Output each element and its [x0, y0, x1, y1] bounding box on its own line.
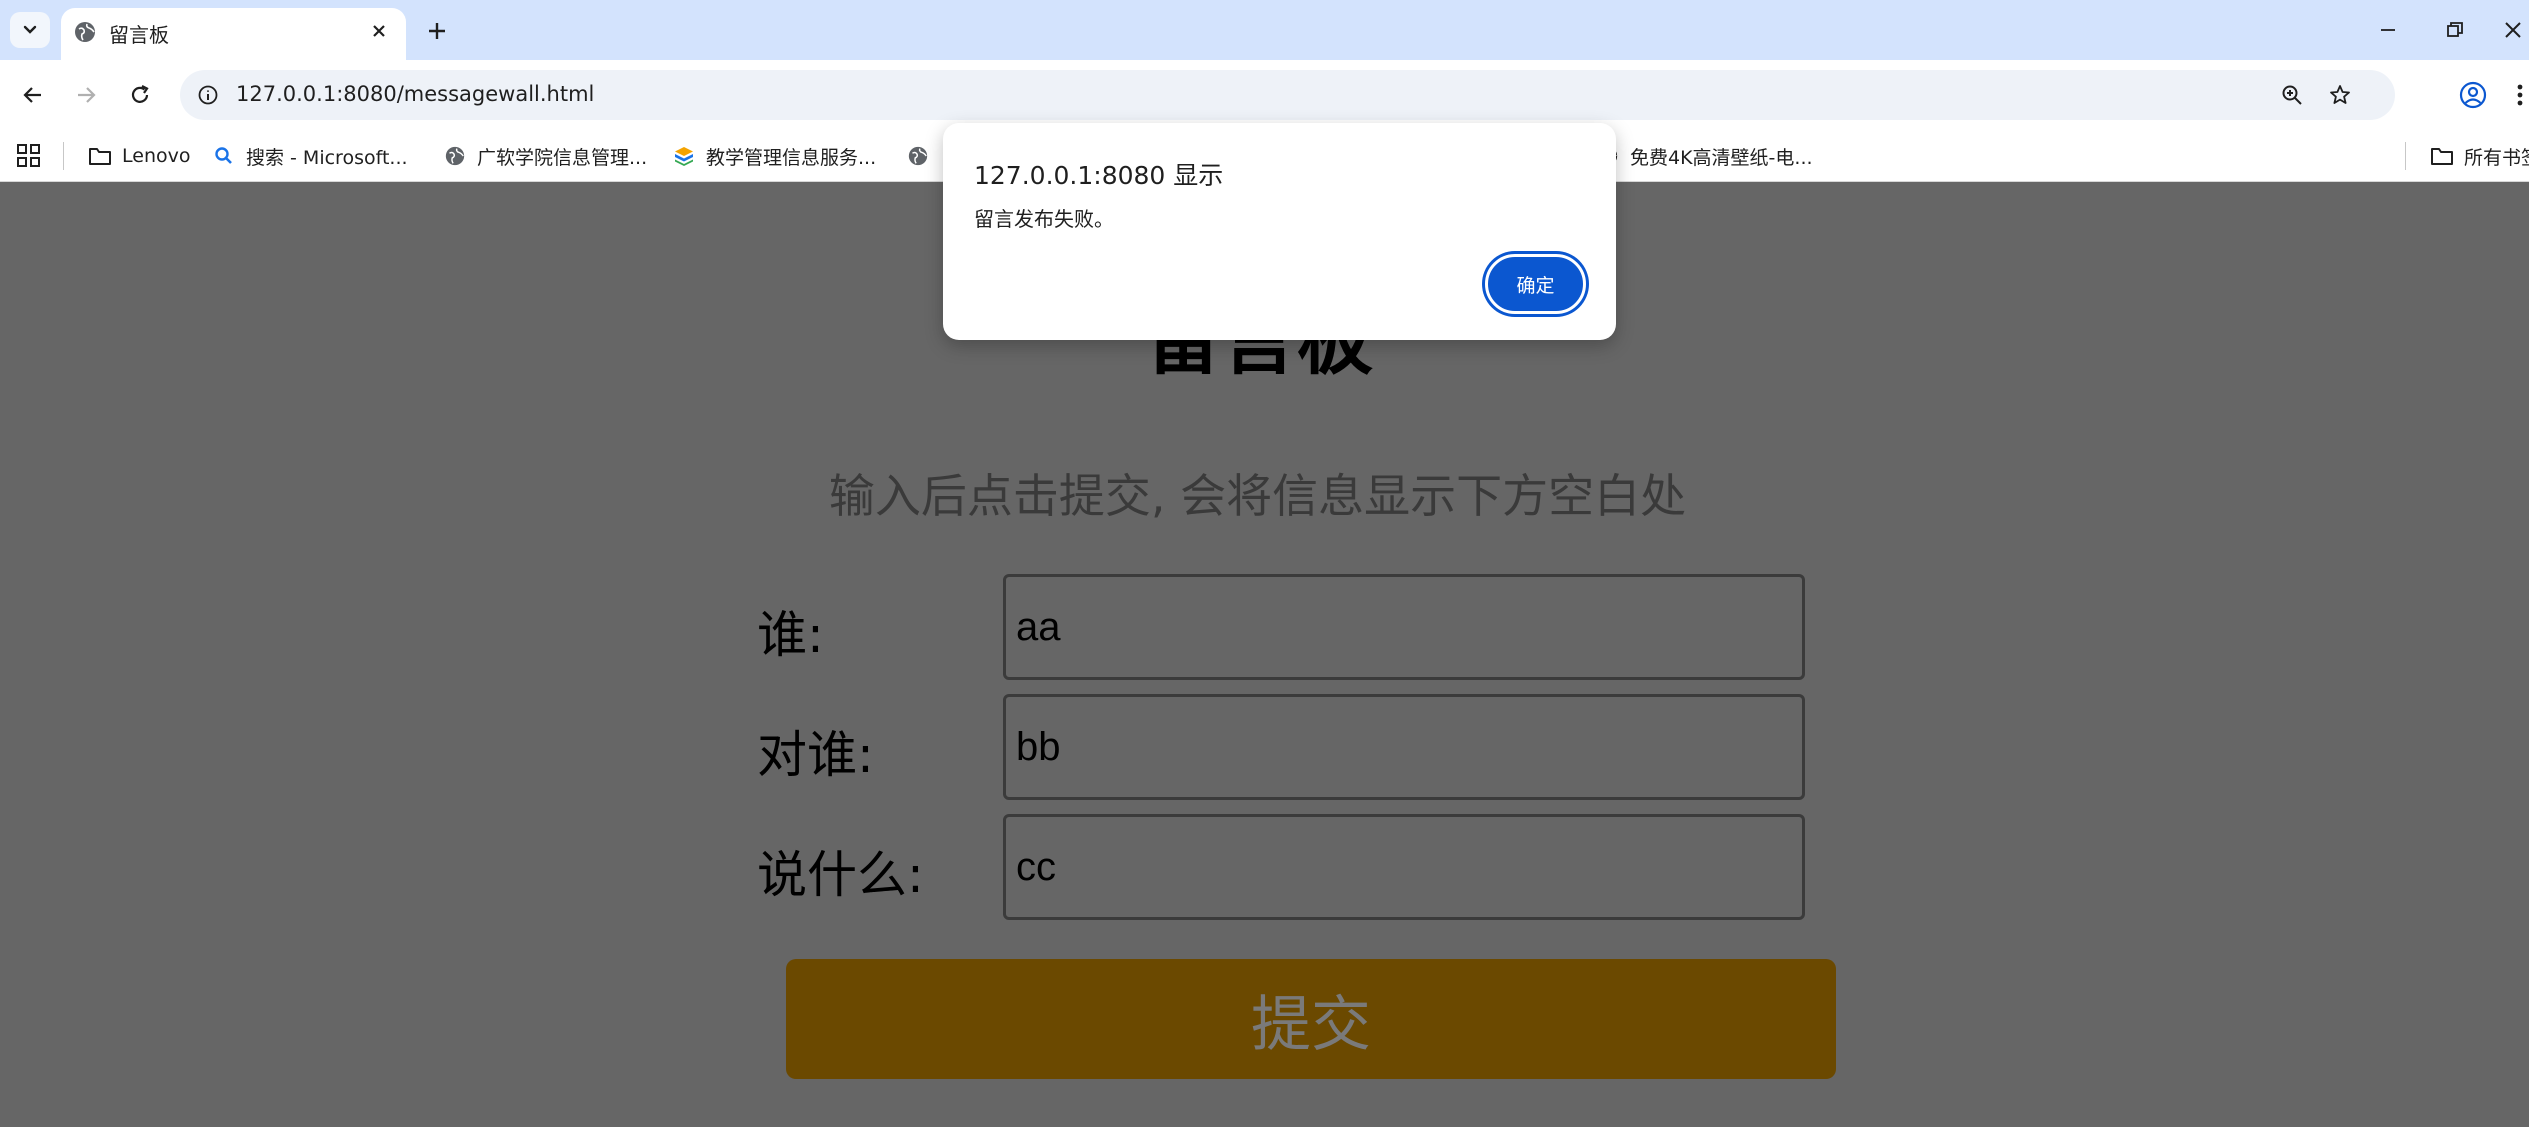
site-info-icon[interactable] — [194, 81, 222, 109]
bookmarks-divider — [2405, 142, 2406, 170]
globe-icon — [75, 22, 95, 42]
message-input-value: cc — [1016, 844, 1056, 889]
dialog-title: 127.0.0.1:8080 显示 — [974, 161, 1224, 190]
forward-button[interactable] — [65, 74, 107, 116]
restore-button[interactable] — [2430, 10, 2480, 50]
minimize-button[interactable] — [2363, 10, 2413, 50]
submit-button[interactable]: 提交 — [786, 959, 1836, 1079]
active-tab[interactable]: 留言板 — [61, 8, 406, 60]
browser-menu-button[interactable] — [2510, 77, 2529, 113]
more-vert-icon — [2517, 84, 2523, 106]
bookmark-label: 教学管理信息服务... — [706, 146, 877, 169]
new-tab-button[interactable] — [420, 14, 454, 48]
browser-toolbar: 127.0.0.1:8080/messagewall.html — [0, 60, 2529, 130]
bookmark-hidden[interactable] — [906, 140, 940, 172]
search-icon — [212, 144, 236, 168]
globe-icon — [443, 144, 467, 168]
forward-arrow-icon — [78, 87, 96, 103]
tab-title: 留言板 — [109, 23, 169, 47]
zoom-icon[interactable] — [2277, 80, 2307, 110]
page-subtitle: 输入后点击提交, 会将信息显示下方空白处 — [828, 469, 1687, 523]
bookmark-label: 搜索 - Microsoft... — [246, 146, 408, 169]
plus-icon — [429, 23, 445, 39]
profile-icon — [2459, 81, 2487, 109]
alert-dialog: 127.0.0.1:8080 显示 留言发布失败。 确定 — [943, 123, 1616, 340]
message-label: 说什么: — [757, 846, 924, 904]
back-button[interactable] — [12, 74, 54, 116]
bookmark-all-bookmarks[interactable]: 所有书签 — [2430, 140, 2529, 172]
bookmark-label: 所有书签 — [2464, 146, 2529, 169]
bookmark-label: 免费4K高清壁纸-电... — [1630, 146, 1813, 169]
from-label: 谁: — [757, 606, 824, 664]
reload-button[interactable] — [119, 74, 161, 116]
reload-icon — [131, 85, 149, 103]
bookmarks-divider — [63, 142, 64, 170]
from-input[interactable]: aa — [1003, 574, 1805, 680]
message-input[interactable]: cc — [1003, 814, 1805, 920]
profile-button[interactable] — [2455, 77, 2491, 113]
apps-grid-icon[interactable] — [16, 143, 42, 169]
bookmark-teaching-system[interactable]: 教学管理信息服务... — [672, 140, 876, 172]
minimize-icon — [2381, 29, 2395, 31]
from-input-value: aa — [1016, 604, 1061, 649]
bookmark-school-info[interactable]: 广软学院信息管理... — [443, 140, 647, 172]
to-input[interactable]: bb — [1003, 694, 1805, 800]
bookmark-lenovo[interactable]: Lenovo — [88, 140, 190, 172]
to-label: 对谁: — [757, 726, 874, 784]
bookmark-label: 广软学院信息管理... — [477, 146, 648, 169]
tab-strip: 留言板 — [0, 0, 2529, 60]
close-window-button[interactable] — [2497, 10, 2529, 50]
bookmark-label: Lenovo — [122, 145, 191, 167]
close-icon — [2505, 22, 2521, 38]
app-icon — [672, 144, 696, 168]
globe-icon — [906, 144, 930, 168]
restore-icon — [2447, 22, 2463, 37]
folder-icon — [2430, 144, 2454, 168]
dialog-ok-button[interactable]: 确定 — [1485, 254, 1586, 314]
dialog-message: 留言发布失败。 — [974, 207, 1114, 231]
url-text: 127.0.0.1:8080/messagewall.html — [236, 82, 595, 106]
bookmark-star-icon[interactable] — [2325, 80, 2355, 110]
bookmark-bing-search[interactable]: 搜索 - Microsoft... — [212, 140, 408, 172]
folder-icon — [88, 144, 112, 168]
address-bar[interactable]: 127.0.0.1:8080/messagewall.html — [180, 70, 2395, 120]
back-arrow-icon — [23, 87, 41, 103]
bookmark-wallpaper[interactable]: 免费4K高清壁纸-电... — [1596, 140, 1813, 172]
chevron-down-icon — [23, 25, 37, 34]
to-input-value: bb — [1016, 724, 1061, 769]
tab-search-button[interactable] — [10, 12, 50, 48]
close-tab-icon[interactable] — [366, 18, 392, 44]
